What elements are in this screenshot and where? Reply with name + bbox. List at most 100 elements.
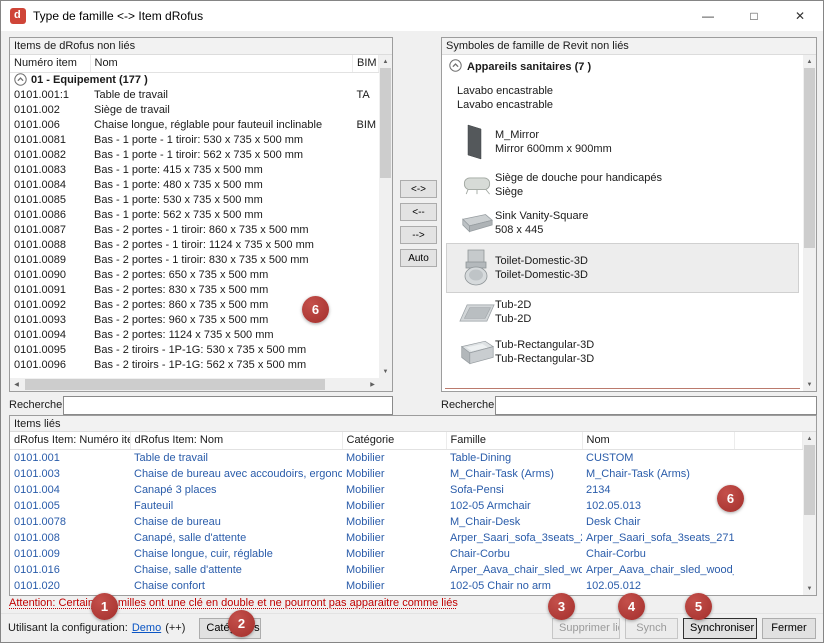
unlinked-item-row[interactable]: 0101.0094Bas - 2 portes: 1124 x 735 x 50… — [10, 328, 379, 343]
scroll-down-arrow[interactable]: ▼ — [803, 582, 816, 595]
cell: M_Chair-Task (Arms) — [582, 466, 734, 482]
annotation-badge-left-list: 6 — [302, 296, 329, 323]
scroll-up-arrow[interactable]: ▲ — [803, 55, 816, 68]
unlinked-item-row[interactable]: 0101.0089Bas - 2 portes - 1 tiroir: 830 … — [10, 253, 379, 268]
cell: Bas - 1 porte: 530 x 735 x 500 mm — [90, 193, 353, 208]
unlinked-item-row[interactable]: 0101.002Siège de travail — [10, 103, 379, 118]
unlinked-item-row[interactable]: 0101.0082Bas - 1 porte - 1 tiroir: 562 x… — [10, 148, 379, 163]
unlinked-item-row[interactable]: 0101.001:1Table de travailTA — [10, 88, 379, 103]
revit-family-item[interactable]: Siège de douche pour handicapésSiège — [446, 167, 799, 204]
scroll-down-arrow[interactable]: ▼ — [803, 378, 816, 391]
family-name: Toilet-Domestic-3D — [495, 255, 588, 268]
cell: Mobilier — [342, 514, 446, 530]
scroll-track[interactable] — [379, 68, 392, 365]
transfer-right-button[interactable]: --> — [400, 226, 437, 244]
linked-item-row[interactable]: 0101.004Canapé 3 placesMobilierSofa-Pens… — [10, 482, 803, 498]
revit-family-item[interactable]: Tub-Rectangular-3DTub-Rectangular-3D — [446, 332, 799, 372]
unlinked-item-row[interactable]: 0101.0084Bas - 1 porte: 480 x 735 x 500 … — [10, 178, 379, 193]
scroll-track[interactable] — [23, 378, 366, 391]
unlinked-item-row[interactable]: 0101.0085Bas - 1 porte: 530 x 735 x 500 … — [10, 193, 379, 208]
cell: 0101.020 — [10, 578, 130, 594]
cell — [353, 148, 379, 163]
family-text: Siège de douche pour handicapésSiège — [495, 172, 662, 199]
scroll-left-arrow[interactable]: ◀ — [10, 378, 23, 391]
scroll-up-arrow[interactable]: ▲ — [379, 55, 392, 68]
revit-family-item[interactable]: M_MirrorMirror 600mm x 900mm — [446, 118, 799, 166]
linked-item-row[interactable]: 0101.009Chaise longue, cuir, réglableMob… — [10, 546, 803, 562]
scroll-down-arrow[interactable]: ▼ — [379, 365, 392, 378]
collapse-icon[interactable] — [449, 59, 462, 75]
revit-family-item[interactable]: Toilet-Domestic-3DToilet-Domestic-3D — [446, 243, 799, 293]
column-header[interactable]: Famille — [446, 432, 582, 449]
scroll-thumb[interactable] — [25, 379, 325, 390]
cell — [353, 223, 379, 238]
unlinked-item-row[interactable]: 0101.0087Bas - 2 portes - 1 tiroir: 860 … — [10, 223, 379, 238]
cell: 0101.0092 — [10, 298, 90, 313]
scroll-thumb[interactable] — [804, 445, 815, 515]
right-vertical-scrollbar[interactable]: ▲ ▼ — [803, 55, 816, 391]
cell — [353, 253, 379, 268]
linked-item-row[interactable]: 0101.016Chaise, salle d'attenteMobilierA… — [10, 562, 803, 578]
unlinked-item-row[interactable]: 0101.0088Bas - 2 portes - 1 tiroir: 1124… — [10, 238, 379, 253]
left-search-input[interactable] — [63, 396, 393, 415]
unlinked-item-row[interactable]: 0101.0095Bas - 2 tiroirs - 1P-1G: 530 x … — [10, 343, 379, 358]
synchronize-all-button[interactable]: Synchroniser t — [683, 618, 757, 639]
column-header[interactable]: dRofus Item: Numéro item — [10, 432, 130, 449]
group-label: 01 - Equipement (177 ) — [31, 73, 148, 88]
column-header[interactable]: dRofus Item: Nom — [130, 432, 342, 449]
unlinked-item-row[interactable]: 0101.0091Bas - 2 portes: 830 x 735 x 500… — [10, 283, 379, 298]
column-header[interactable]: Nom — [582, 432, 734, 449]
link-both-button[interactable]: <-> — [400, 180, 437, 198]
revit-family-item[interactable]: Tub-2DTub-2D — [446, 294, 799, 331]
cell: Bas - 1 porte: 562 x 735 x 500 mm — [90, 208, 353, 223]
scroll-track[interactable] — [803, 445, 816, 582]
linked-item-row[interactable]: 0101.005FauteuilMobilier102-05 Armchair1… — [10, 498, 803, 514]
column-header[interactable]: BIM — [353, 55, 379, 72]
scroll-right-arrow[interactable]: ▶ — [366, 378, 379, 391]
maximize-button[interactable]: □ — [731, 1, 777, 31]
auto-link-button[interactable]: Auto — [400, 249, 437, 267]
column-header[interactable]: Nom — [90, 55, 353, 72]
revit-family-item[interactable]: Sink Vanity-Square508 x 445 — [446, 205, 799, 242]
linked-item-row[interactable]: 0101.003Chaise de bureau avec accoudoirs… — [10, 466, 803, 482]
revit-group-header[interactable]: Appareils sanitaires (7 ) — [445, 57, 803, 79]
synch-button[interactable]: Synch — [625, 618, 678, 639]
family-name: Lavabo encastrable — [457, 85, 553, 98]
delete-link-button[interactable]: Supprimer lien — [552, 618, 620, 639]
cell: Siège de travail — [90, 103, 353, 118]
linked-vertical-scrollbar[interactable]: ▲ ▼ — [803, 432, 816, 595]
left-horizontal-scrollbar[interactable]: ◀ ▶ — [10, 378, 379, 391]
scroll-thumb[interactable] — [804, 68, 815, 248]
right-search-input[interactable] — [495, 396, 817, 415]
linked-item-row[interactable]: 0101.008Canapé, salle d'attenteMobilierA… — [10, 530, 803, 546]
collapse-icon[interactable] — [14, 73, 27, 88]
column-header[interactable]: Numéro item — [10, 55, 90, 72]
cell: TA — [353, 88, 379, 103]
linked-table-body: 0101.001Table de travailMobilierTable-Di… — [10, 449, 803, 594]
linked-item-row[interactable]: 0101.0078Chaise de bureauMobilierM_Chair… — [10, 514, 803, 530]
revit-family-item[interactable]: Lavabo encastrableLavabo encastrable — [446, 80, 799, 117]
unlinked-item-row[interactable]: 0101.0096Bas - 2 tiroirs - 1P-1G: 562 x … — [10, 358, 379, 373]
column-header[interactable]: Catégorie — [342, 432, 446, 449]
group-header-row[interactable]: 01 - Equipement (177 ) — [10, 72, 379, 88]
left-vertical-scrollbar[interactable]: ▲ ▼ — [379, 55, 392, 378]
close-window-button[interactable]: ✕ — [777, 1, 823, 31]
unlinked-item-row[interactable]: 0101.0086Bas - 1 porte: 562 x 735 x 500 … — [10, 208, 379, 223]
scroll-up-arrow[interactable]: ▲ — [803, 432, 816, 445]
linked-item-row[interactable]: 0101.001Table de travailMobilierTable-Di… — [10, 449, 803, 466]
cell — [353, 103, 379, 118]
linked-item-row[interactable]: 0101.020Chaise confortMobilier102-05 Cha… — [10, 578, 803, 594]
unlinked-item-row[interactable]: 0101.006Chaise longue, réglable pour fau… — [10, 118, 379, 133]
linked-items-title: Items liés — [10, 416, 816, 432]
scroll-thumb[interactable] — [380, 68, 391, 178]
scroll-track[interactable] — [803, 68, 816, 378]
close-button[interactable]: Fermer — [762, 618, 816, 639]
transfer-left-button[interactable]: <-- — [400, 203, 437, 221]
unlinked-item-row[interactable]: 0101.0081Bas - 1 porte - 1 tiroir: 530 x… — [10, 133, 379, 148]
type-name: Toilet-Domestic-3D — [495, 269, 588, 282]
minimize-button[interactable]: — — [685, 1, 731, 31]
config-link[interactable]: Demo — [132, 622, 161, 634]
unlinked-item-row[interactable]: 0101.0090Bas - 2 portes: 650 x 735 x 500… — [10, 268, 379, 283]
unlinked-item-row[interactable]: 0101.0083Bas - 1 porte: 415 x 735 x 500 … — [10, 163, 379, 178]
cell: Arper_Saari_sofa_3seats_2713 — [446, 530, 582, 546]
